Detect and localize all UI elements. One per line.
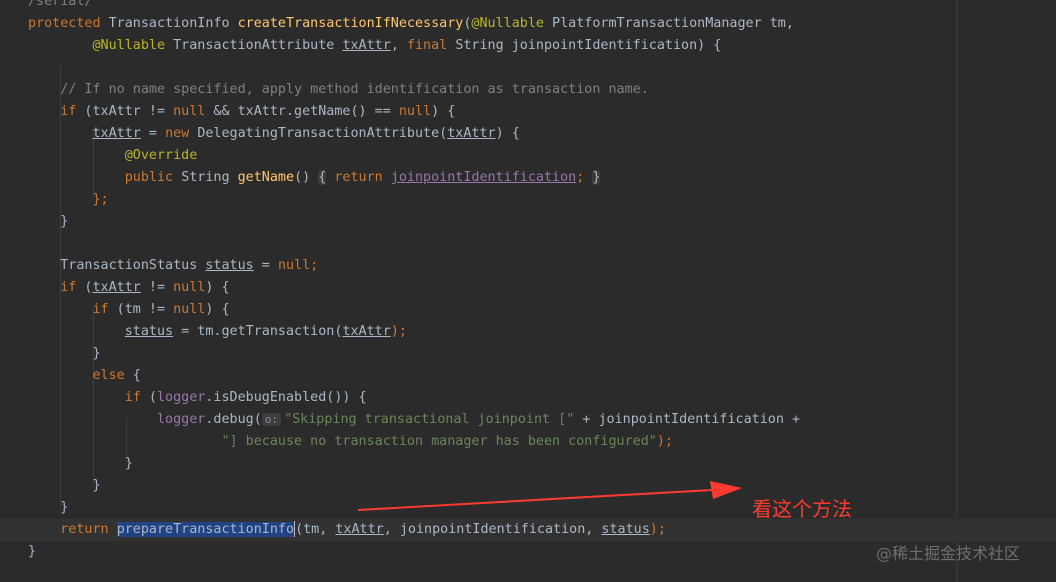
annotation-arrow <box>357 481 742 511</box>
watermark: @稀土掘金技术社区 <box>876 544 1021 563</box>
annotation-note: 看这个方法 <box>752 497 852 521</box>
